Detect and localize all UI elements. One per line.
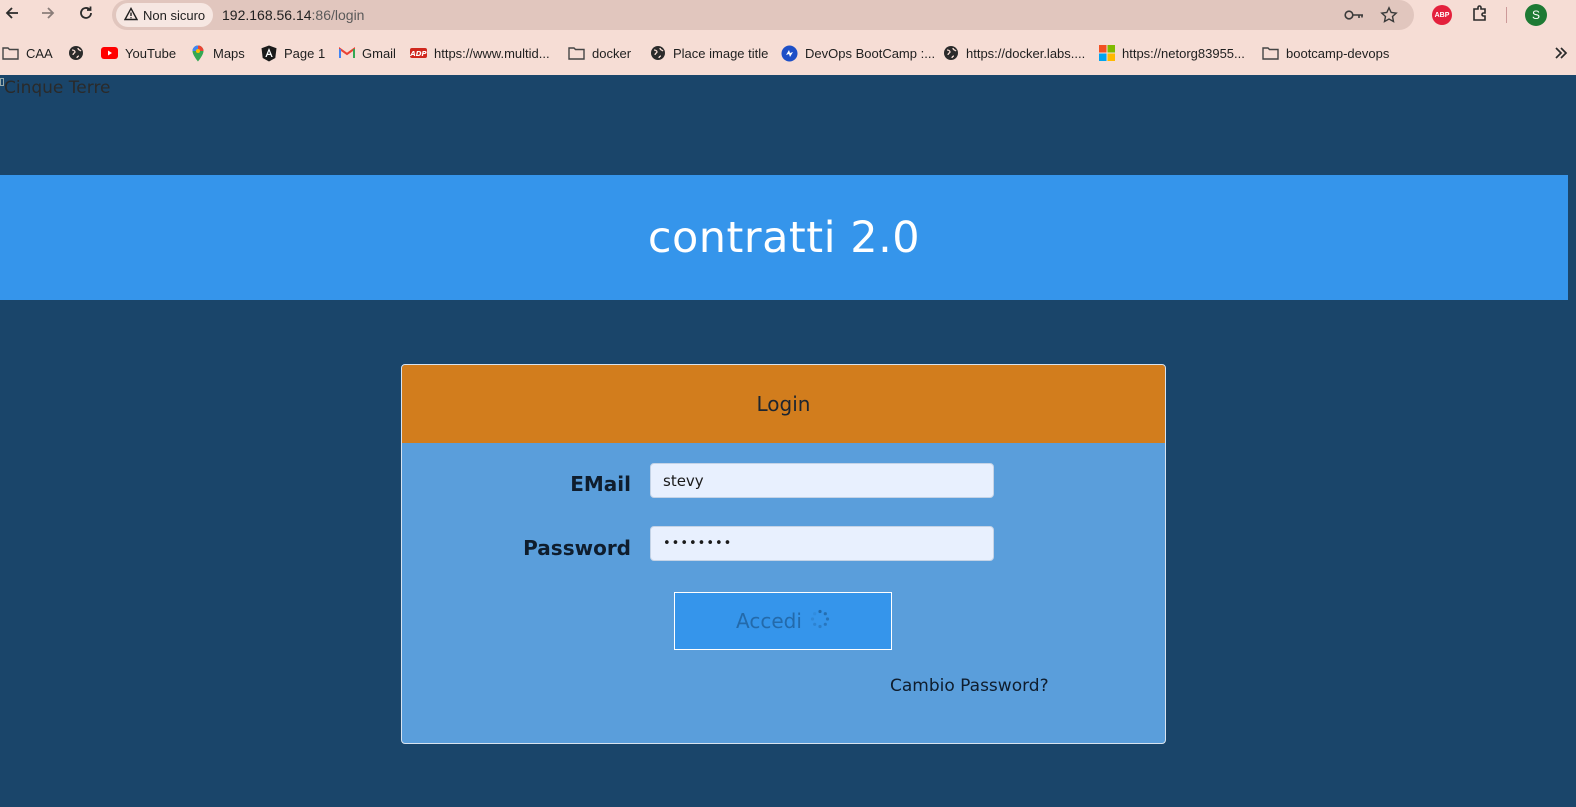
login-card: Login EMail stevy Password •••••••• Acce… <box>401 364 1166 744</box>
back-button[interactable] <box>0 3 24 27</box>
bookmark-label: Gmail <box>362 45 396 61</box>
more-bookmarks-button[interactable] <box>1552 44 1569 62</box>
password-key-icon[interactable] <box>1344 5 1364 25</box>
profile-button[interactable]: S <box>1524 3 1548 27</box>
reload-icon <box>78 5 94 26</box>
url-path: :86/login <box>311 7 365 23</box>
angular-icon <box>260 45 277 62</box>
security-label: Non sicuro <box>143 7 206 23</box>
bookmark-youtube[interactable]: YouTube <box>101 44 176 62</box>
maps-icon <box>189 45 206 62</box>
microsoft-icon <box>1098 45 1115 62</box>
folder-icon <box>2 45 19 62</box>
bookmark-label: docker <box>592 45 632 61</box>
bookmark-page-1[interactable]: Page 1 <box>260 44 325 62</box>
password-label: Password <box>523 536 631 560</box>
bookmarks-bar: CAA YouTube Maps Page 1 Gmail ADP https:… <box>0 30 1576 75</box>
email-label: EMail <box>570 472 631 496</box>
broken-image-alt-text: Cinque Terre <box>0 78 111 98</box>
extensions-button[interactable] <box>1468 3 1492 27</box>
bookmark-netorg[interactable]: https://netorg83955... <box>1098 44 1245 62</box>
login-submit-button[interactable]: Accedi <box>674 592 892 650</box>
address-bar[interactable]: Non sicuro 192.168.56.14:86/login <box>112 0 1414 30</box>
reload-button[interactable] <box>74 3 98 27</box>
bookmark-label: DevOps BootCamp :... <box>805 45 936 61</box>
bookmark-place-image-title[interactable]: Place image title <box>649 44 768 62</box>
globe-icon <box>649 45 666 62</box>
adblock-icon: ABP <box>1432 5 1452 25</box>
bookmark-gmail[interactable]: Gmail <box>338 44 396 62</box>
password-value: •••••••• <box>663 536 733 551</box>
loading-spinner-icon <box>810 609 830 634</box>
bookmark-multid[interactable]: ADP https://www.multid... <box>410 44 550 62</box>
bookmark-label: YouTube <box>125 45 177 61</box>
login-title: Login <box>756 392 811 416</box>
puzzle-icon <box>1471 4 1489 27</box>
password-field[interactable]: •••••••• <box>650 526 994 561</box>
gmail-icon <box>338 45 355 62</box>
app-title: contratti 2.0 <box>647 212 921 263</box>
toolbar-divider <box>1506 7 1507 23</box>
browser-toolbar: Non sicuro 192.168.56.14:86/login ABP S <box>0 0 1576 30</box>
arrow-right-icon <box>40 5 56 26</box>
bookmark-label: https://docker.labs.... <box>966 45 1086 61</box>
bookmark-label: Maps <box>213 45 245 61</box>
url-host: 192.168.56.14 <box>222 7 312 23</box>
avatar: S <box>1525 4 1547 26</box>
bookmark-docker[interactable]: docker <box>568 44 631 62</box>
bookmark-globe[interactable] <box>67 44 84 62</box>
email-field[interactable]: stevy <box>650 463 994 498</box>
globe-icon <box>67 45 84 62</box>
warning-icon <box>123 6 139 24</box>
arrow-left-icon <box>4 5 20 26</box>
svg-text:ADP: ADP <box>410 50 427 58</box>
bookmark-maps[interactable]: Maps <box>189 44 245 62</box>
header-banner: contratti 2.0 <box>0 175 1568 300</box>
bookmark-docker-labs[interactable]: https://docker.labs.... <box>942 44 1085 62</box>
folder-icon <box>1262 45 1279 62</box>
submit-label: Accedi <box>736 609 802 633</box>
bookmark-devops-bootcamp[interactable]: DevOps BootCamp :... <box>781 44 935 62</box>
forward-button[interactable] <box>36 3 60 27</box>
email-value: stevy <box>663 471 704 490</box>
adblock-extension-button[interactable]: ABP <box>1430 3 1454 27</box>
bookmark-label: Place image title <box>673 45 769 61</box>
star-icon[interactable] <box>1379 5 1399 25</box>
bookmark-label: https://netorg83955... <box>1122 45 1245 61</box>
bookmark-label: Page 1 <box>284 45 326 61</box>
bookmark-label: https://www.multid... <box>434 45 550 61</box>
bookmark-label: CAA <box>26 45 53 61</box>
login-card-header: Login <box>402 365 1165 443</box>
youtube-icon <box>101 45 118 62</box>
url-text[interactable]: 192.168.56.14:86/login <box>222 7 364 23</box>
devops-icon <box>781 45 798 62</box>
bookmark-caa[interactable]: CAA <box>2 44 53 62</box>
double-chevron-right-icon <box>1552 45 1569 62</box>
folder-icon <box>568 45 585 62</box>
security-indicator[interactable]: Non sicuro <box>116 3 214 27</box>
change-password-link[interactable]: Cambio Password? <box>890 676 1049 696</box>
bookmark-bootcamp-devops[interactable]: bootcamp-devops <box>1262 44 1389 62</box>
globe-icon <box>942 45 959 62</box>
adp-icon: ADP <box>410 45 427 62</box>
bookmark-label: bootcamp-devops <box>1286 45 1390 61</box>
